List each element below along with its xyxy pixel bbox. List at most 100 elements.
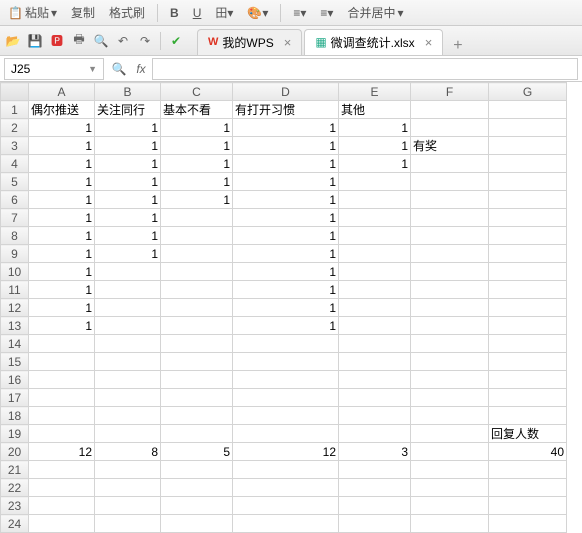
cell-D13[interactable]: 1 [233, 317, 339, 335]
fx-icon[interactable]: fx [130, 62, 152, 76]
col-header-B[interactable]: B [95, 83, 161, 101]
cell-C14[interactable] [161, 335, 233, 353]
cell-G6[interactable] [489, 191, 567, 209]
cell-E2[interactable]: 1 [339, 119, 411, 137]
row-header-11[interactable]: 11 [1, 281, 29, 299]
cell-A8[interactable]: 1 [29, 227, 95, 245]
col-header-D[interactable]: D [233, 83, 339, 101]
cell-D8[interactable]: 1 [233, 227, 339, 245]
cell-F7[interactable] [411, 209, 489, 227]
cell-A20[interactable]: 12 [29, 443, 95, 461]
row-header-14[interactable]: 14 [1, 335, 29, 353]
row-header-16[interactable]: 16 [1, 371, 29, 389]
formula-input[interactable] [152, 58, 578, 80]
cell-D4[interactable]: 1 [233, 155, 339, 173]
cell-G19[interactable]: 回复人数 [489, 425, 567, 443]
row-header-13[interactable]: 13 [1, 317, 29, 335]
cell-A17[interactable] [29, 389, 95, 407]
cell-G22[interactable] [489, 479, 567, 497]
border-button[interactable]: 田▾ [211, 2, 237, 23]
cell-D18[interactable] [233, 407, 339, 425]
cell-B10[interactable] [95, 263, 161, 281]
cell-B19[interactable] [95, 425, 161, 443]
pdf-icon[interactable]: 🅿 [48, 32, 66, 50]
cell-F18[interactable] [411, 407, 489, 425]
cell-E3[interactable]: 1 [339, 137, 411, 155]
cell-G11[interactable] [489, 281, 567, 299]
cell-E14[interactable] [339, 335, 411, 353]
align-button[interactable]: ≡▾ [289, 4, 310, 22]
cell-C7[interactable] [161, 209, 233, 227]
row-header-9[interactable]: 9 [1, 245, 29, 263]
row-header-3[interactable]: 3 [1, 137, 29, 155]
cell-F5[interactable] [411, 173, 489, 191]
cell-E9[interactable] [339, 245, 411, 263]
cell-G2[interactable] [489, 119, 567, 137]
cell-D17[interactable] [233, 389, 339, 407]
cell-G5[interactable] [489, 173, 567, 191]
cell-C19[interactable] [161, 425, 233, 443]
cell-G4[interactable] [489, 155, 567, 173]
cell-G3[interactable] [489, 137, 567, 155]
cell-E21[interactable] [339, 461, 411, 479]
cell-D6[interactable]: 1 [233, 191, 339, 209]
cell-D15[interactable] [233, 353, 339, 371]
cell-E7[interactable] [339, 209, 411, 227]
cell-A7[interactable]: 1 [29, 209, 95, 227]
copy-button[interactable]: 复制 [67, 2, 99, 23]
row-header-12[interactable]: 12 [1, 299, 29, 317]
cell-E12[interactable] [339, 299, 411, 317]
cell-G23[interactable] [489, 497, 567, 515]
cell-E16[interactable] [339, 371, 411, 389]
cell-E8[interactable] [339, 227, 411, 245]
cell-B18[interactable] [95, 407, 161, 425]
cell-A1[interactable]: 偶尔推送 [29, 101, 95, 119]
cell-F15[interactable] [411, 353, 489, 371]
cell-B4[interactable]: 1 [95, 155, 161, 173]
cell-C12[interactable] [161, 299, 233, 317]
row-header-22[interactable]: 22 [1, 479, 29, 497]
cell-E10[interactable] [339, 263, 411, 281]
col-header-F[interactable]: F [411, 83, 489, 101]
cell-G24[interactable] [489, 515, 567, 533]
cell-E23[interactable] [339, 497, 411, 515]
cell-G12[interactable] [489, 299, 567, 317]
cell-D3[interactable]: 1 [233, 137, 339, 155]
cell-F20[interactable] [411, 443, 489, 461]
cell-B6[interactable]: 1 [95, 191, 161, 209]
cell-G14[interactable] [489, 335, 567, 353]
new-tab-button[interactable]: + [445, 37, 470, 55]
row-header-7[interactable]: 7 [1, 209, 29, 227]
cell-F19[interactable] [411, 425, 489, 443]
cell-C10[interactable] [161, 263, 233, 281]
row-header-2[interactable]: 2 [1, 119, 29, 137]
cell-E22[interactable] [339, 479, 411, 497]
row-header-17[interactable]: 17 [1, 389, 29, 407]
cell-C6[interactable]: 1 [161, 191, 233, 209]
cell-G21[interactable] [489, 461, 567, 479]
cell-B1[interactable]: 关注同行 [95, 101, 161, 119]
row-header-5[interactable]: 5 [1, 173, 29, 191]
cell-B12[interactable] [95, 299, 161, 317]
select-all-corner[interactable] [1, 83, 29, 101]
cell-D9[interactable]: 1 [233, 245, 339, 263]
cell-A10[interactable]: 1 [29, 263, 95, 281]
cell-F12[interactable] [411, 299, 489, 317]
cell-A12[interactable]: 1 [29, 299, 95, 317]
cell-A23[interactable] [29, 497, 95, 515]
cell-C23[interactable] [161, 497, 233, 515]
cell-D16[interactable] [233, 371, 339, 389]
cell-B15[interactable] [95, 353, 161, 371]
cell-C9[interactable] [161, 245, 233, 263]
cell-G1[interactable] [489, 101, 567, 119]
cell-A15[interactable] [29, 353, 95, 371]
cell-C22[interactable] [161, 479, 233, 497]
cell-C15[interactable] [161, 353, 233, 371]
cell-C3[interactable]: 1 [161, 137, 233, 155]
chevron-down-icon[interactable]: ▼ [88, 64, 97, 74]
close-icon[interactable]: × [284, 35, 292, 50]
row-header-19[interactable]: 19 [1, 425, 29, 443]
cell-D7[interactable]: 1 [233, 209, 339, 227]
cell-D21[interactable] [233, 461, 339, 479]
cell-E6[interactable] [339, 191, 411, 209]
